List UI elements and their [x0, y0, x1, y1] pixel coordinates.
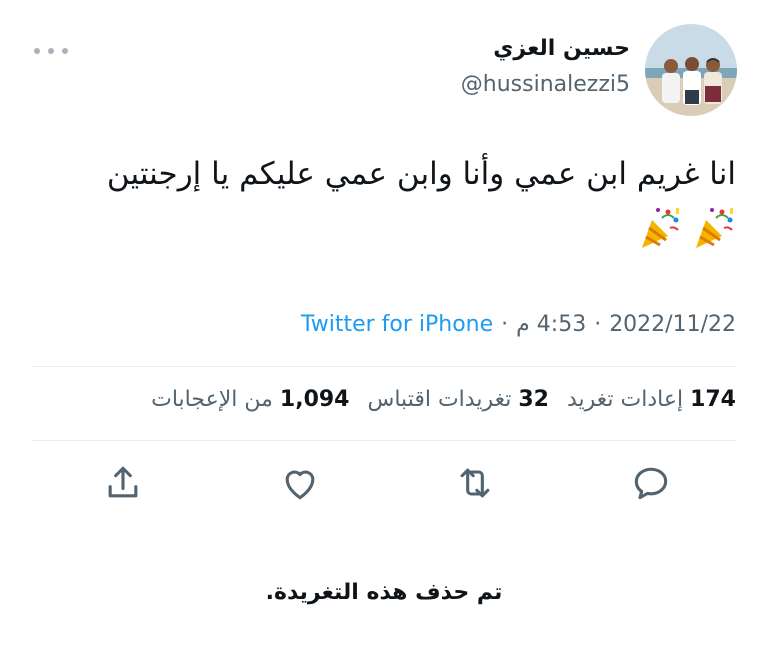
likes-stat[interactable]: 1,094 من الإعجابات: [151, 387, 349, 412]
emoji-row: [638, 204, 736, 250]
action-bar: [0, 458, 768, 508]
author-name[interactable]: حسين العزي: [493, 36, 630, 61]
party-popper-icon: [696, 208, 733, 248]
likes-count: 1,094: [279, 387, 350, 412]
quotes-count: 32: [518, 387, 549, 412]
share-icon: [108, 466, 138, 498]
likes-label: من الإعجابات: [151, 387, 273, 412]
avatar-image: [645, 24, 737, 116]
reply-icon: [634, 467, 668, 500]
retweets-stat[interactable]: 174 إعادات تغريد: [567, 387, 736, 412]
dot: [48, 48, 54, 54]
author-handle[interactable]: @hussinalezzi5: [461, 72, 630, 97]
party-popper-icon: [642, 208, 679, 248]
tweet-time[interactable]: 4:53 م: [516, 312, 586, 337]
like-icon: [285, 470, 315, 500]
tweet-date[interactable]: 2022/11/22: [609, 312, 736, 337]
more-options-icon[interactable]: [34, 41, 68, 61]
reply-button[interactable]: [626, 458, 676, 508]
deleted-notice: تم حذف هذه التغريدة.: [265, 580, 503, 605]
retweet-button[interactable]: [450, 458, 500, 508]
avatar[interactable]: [645, 24, 737, 116]
tweet-meta: 2022/11/22 · 4:53 م · Twitter for iPhone: [301, 312, 736, 337]
retweets-label: إعادات تغريد: [566, 387, 684, 412]
meta-separator: ·: [501, 312, 509, 337]
quotes-stat[interactable]: 32 تغريدات اقتباس: [368, 387, 549, 412]
tweet-source-link[interactable]: Twitter for iPhone: [301, 312, 493, 337]
retweet-icon: [460, 468, 490, 498]
meta-separator: ·: [594, 312, 602, 337]
divider: [32, 440, 736, 441]
tweet-stats: 174 إعادات تغريد 32 تغريدات اقتباس 1,094…: [151, 387, 736, 412]
dot: [34, 48, 40, 54]
dot: [62, 48, 68, 54]
share-button[interactable]: [98, 458, 148, 508]
retweets-count: 174: [690, 387, 736, 412]
like-button[interactable]: [275, 458, 325, 508]
quotes-label: تغريدات اقتباس: [367, 387, 512, 412]
divider: [32, 366, 736, 367]
tweet-text: انا غريم ابن عمي وأنا وابن عمي عليكم يا …: [106, 156, 736, 192]
